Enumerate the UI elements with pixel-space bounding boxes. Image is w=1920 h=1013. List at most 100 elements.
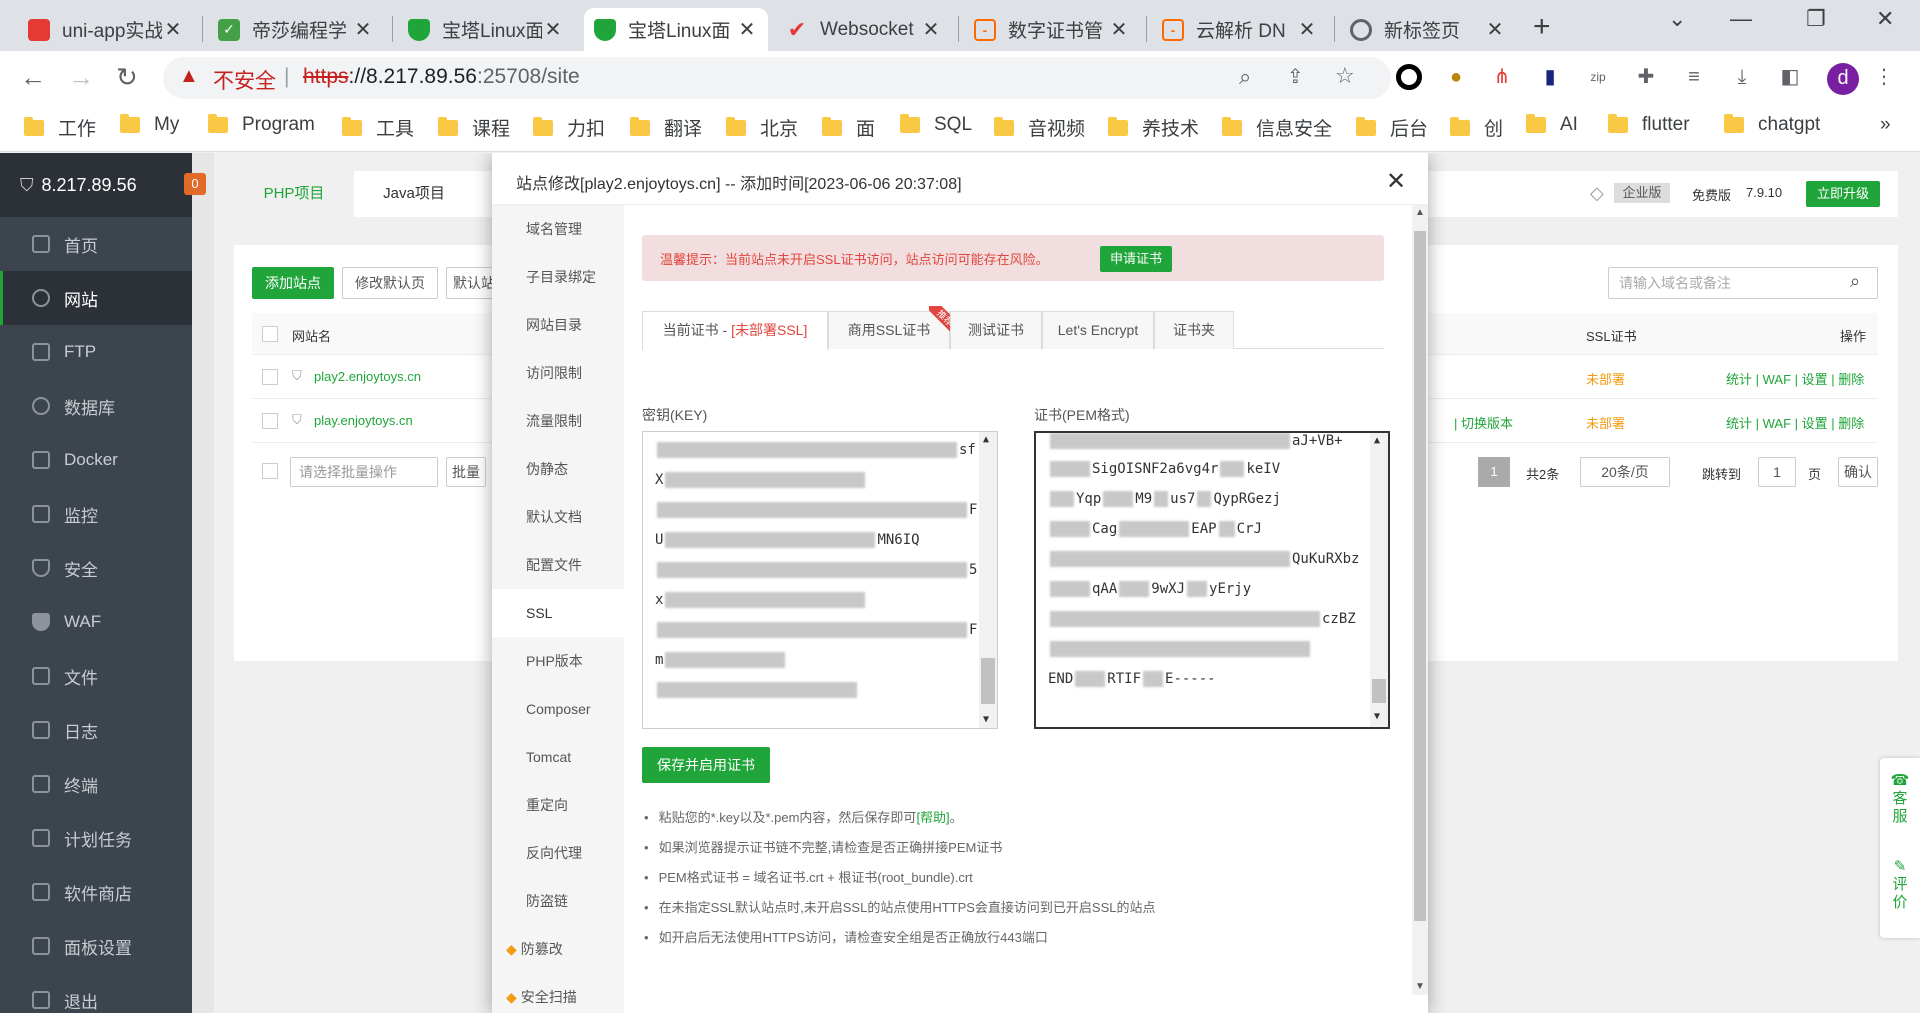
browser-tab[interactable]: ✓ 帝莎编程学 ✕ <box>208 8 384 51</box>
insecure-label[interactable]: 不安全 <box>213 65 276 95</box>
bookmark-folder[interactable]: 工作 <box>24 114 96 141</box>
bookmark-folder[interactable]: 信息安全 <box>1222 114 1332 141</box>
minimize-icon[interactable]: — <box>1730 6 1752 32</box>
tab-cert-folder[interactable]: 证书夹 <box>1154 311 1234 349</box>
new-tab-icon[interactable]: + <box>1533 10 1551 44</box>
nav-redirect[interactable]: 重定向 <box>492 781 624 829</box>
bookmark-folder[interactable]: Program <box>208 114 315 136</box>
back-icon[interactable]: ← <box>20 62 46 93</box>
sidebar-item-waf[interactable]: WAF <box>0 595 192 649</box>
row-actions[interactable]: 统计 | WAF | 设置 | 删除 <box>1726 369 1864 388</box>
puzzle-icon[interactable]: ✚ <box>1634 65 1658 89</box>
bookmarks-overflow-icon[interactable]: » <box>1880 114 1891 136</box>
key-textarea[interactable]: sf X F U MN6IQ 5 x F m ▲ ▼ <box>642 431 998 729</box>
sidebar-item-store[interactable]: 软件商店 <box>0 865 192 919</box>
save-enable-cert-button[interactable]: 保存并启用证书 <box>642 747 770 783</box>
download-icon[interactable]: ⤓ <box>1730 65 1754 89</box>
close-tab-icon[interactable]: ✕ <box>542 17 564 42</box>
url-text[interactable]: https://8.217.89.56:25708/site <box>303 65 580 89</box>
restore-icon[interactable]: ❐ <box>1806 6 1826 32</box>
nav-config[interactable]: 配置文件 <box>492 541 624 589</box>
tab-test-cert[interactable]: 测试证书 <box>950 311 1042 349</box>
site-link[interactable]: play2.enjoytoys.cn <box>314 369 421 384</box>
add-site-button[interactable]: 添加站点 <box>252 267 334 299</box>
search-input[interactable]: 请输入域名或备注 <box>1608 267 1878 299</box>
enterprise-badge[interactable]: 企业版 <box>1614 183 1670 203</box>
sidebar-item-database[interactable]: 数据库 <box>0 379 192 433</box>
browser-tab-active[interactable]: 宝塔Linux面 ✕ <box>584 8 768 51</box>
bookmark-folder[interactable]: 力扣 <box>533 114 605 141</box>
gitzip-icon[interactable]: zip <box>1586 65 1610 89</box>
key-scrollbar[interactable]: ▲ ▼ <box>979 432 997 728</box>
sidebar-item-security[interactable]: 安全 <box>0 541 192 595</box>
nav-traffic-limit[interactable]: 流量限制 <box>492 397 624 445</box>
bookmark-folder[interactable]: 工具 <box>342 114 414 141</box>
tab-letsencrypt[interactable]: Let's Encrypt <box>1042 311 1154 349</box>
reading-list-icon[interactable]: ≡ <box>1682 65 1706 89</box>
bookmark-folder[interactable]: AI <box>1526 114 1578 136</box>
menu-icon[interactable]: ⋮ <box>1872 65 1896 89</box>
nav-domain[interactable]: 域名管理 <box>492 205 624 253</box>
nav-security-scan[interactable]: ◆ 安全扫描 <box>492 973 624 1013</box>
edit-default-page-button[interactable]: 修改默认页 <box>342 267 438 299</box>
notification-badge[interactable]: 0 <box>184 173 206 195</box>
bookmark-folder[interactable]: flutter <box>1608 114 1690 136</box>
tab-php[interactable]: PHP项目 <box>234 171 354 217</box>
batch-checkbox[interactable] <box>262 463 278 479</box>
sidebar-item-terminal[interactable]: 终端 <box>0 757 192 811</box>
nav-composer[interactable]: Composer <box>492 685 624 733</box>
side-panel-icon[interactable]: ◧ <box>1778 65 1802 89</box>
bookmark-folder[interactable]: 北京 <box>726 114 798 141</box>
reload-icon[interactable]: ↻ <box>116 62 138 93</box>
nav-webroot[interactable]: 网站目录 <box>492 301 624 349</box>
bookmark-folder[interactable]: 课程 <box>438 114 510 141</box>
batch-button[interactable]: 批量 <box>446 457 486 487</box>
rate-button[interactable]: ✎ 评价 <box>1890 858 1910 912</box>
cookie-icon[interactable]: ● <box>1444 65 1468 89</box>
bookmark-folder[interactable]: 创 <box>1450 114 1503 141</box>
row-checkbox[interactable] <box>262 413 278 429</box>
zoom-icon[interactable]: ⌕ <box>1239 64 1251 90</box>
help-link[interactable]: [帮助] <box>916 810 949 825</box>
nav-access-limit[interactable]: 访问限制 <box>492 349 624 397</box>
sidebar-item-settings[interactable]: 面板设置 <box>0 919 192 973</box>
bookmark-folder[interactable]: 养技术 <box>1108 114 1199 141</box>
share-icon[interactable]: ⇪ <box>1287 64 1304 89</box>
bookmark-folder[interactable]: 面 <box>822 114 875 141</box>
cert-scrollbar[interactable]: ▲ ▼ <box>1370 433 1388 727</box>
window-close-icon[interactable]: ✕ <box>1876 6 1894 32</box>
dialog-scrollbar[interactable]: ▲ ▼ <box>1412 205 1428 995</box>
switch-version-link[interactable]: | 切换版本 <box>1454 413 1513 432</box>
browser-tab[interactable]: uni-app实战 ✕ <box>18 8 194 51</box>
sidebar-item-cron[interactable]: 计划任务 <box>0 811 192 865</box>
avatar[interactable]: d <box>1827 63 1859 95</box>
sidebar-item-logout[interactable]: 退出 <box>0 973 192 1013</box>
extension-tree-icon[interactable]: ⋔ <box>1490 65 1514 89</box>
select-all-checkbox[interactable] <box>262 326 278 342</box>
nav-php-version[interactable]: PHP版本 <box>492 637 624 685</box>
customer-service-button[interactable]: ☎ 客服 <box>1890 772 1910 826</box>
bookmark-folder[interactable]: 翻译 <box>630 114 702 141</box>
browser-tab[interactable]: - 数字证书管 ✕ <box>964 8 1140 51</box>
bookmark-folder[interactable]: 音视频 <box>994 114 1085 141</box>
bookmark-star-icon[interactable]: ☆ <box>1335 63 1355 89</box>
chevron-down-icon[interactable]: ⌄ <box>1668 6 1686 32</box>
row-actions[interactable]: 统计 | WAF | 设置 | 删除 <box>1726 413 1864 432</box>
forward-icon[interactable]: → <box>68 62 94 93</box>
close-icon[interactable]: ✕ <box>1386 167 1406 196</box>
tab-current-cert[interactable]: 当前证书 - [未部署SSL] <box>642 311 828 350</box>
sidebar-item-site[interactable]: 网站 <box>0 271 192 325</box>
close-tab-icon[interactable]: ✕ <box>162 17 184 42</box>
nav-rewrite[interactable]: 伪静态 <box>492 445 624 493</box>
nav-default-doc[interactable]: 默认文档 <box>492 493 624 541</box>
row-checkbox[interactable] <box>262 369 278 385</box>
browser-tab[interactable]: 宝塔Linux面 ✕ <box>398 8 574 51</box>
ssl-status[interactable]: 未部署 <box>1586 369 1625 388</box>
bookmark-folder[interactable]: SQL <box>900 114 972 136</box>
bookmark-folder[interactable]: chatgpt <box>1724 114 1820 136</box>
jump-confirm-button[interactable]: 确认 <box>1838 457 1878 487</box>
close-tab-icon[interactable]: ✕ <box>352 17 374 42</box>
batch-select[interactable]: 请选择批量操作 <box>290 457 438 487</box>
nav-tomcat[interactable]: Tomcat <box>492 733 624 781</box>
per-page-select[interactable]: 20条/页 <box>1580 457 1670 487</box>
